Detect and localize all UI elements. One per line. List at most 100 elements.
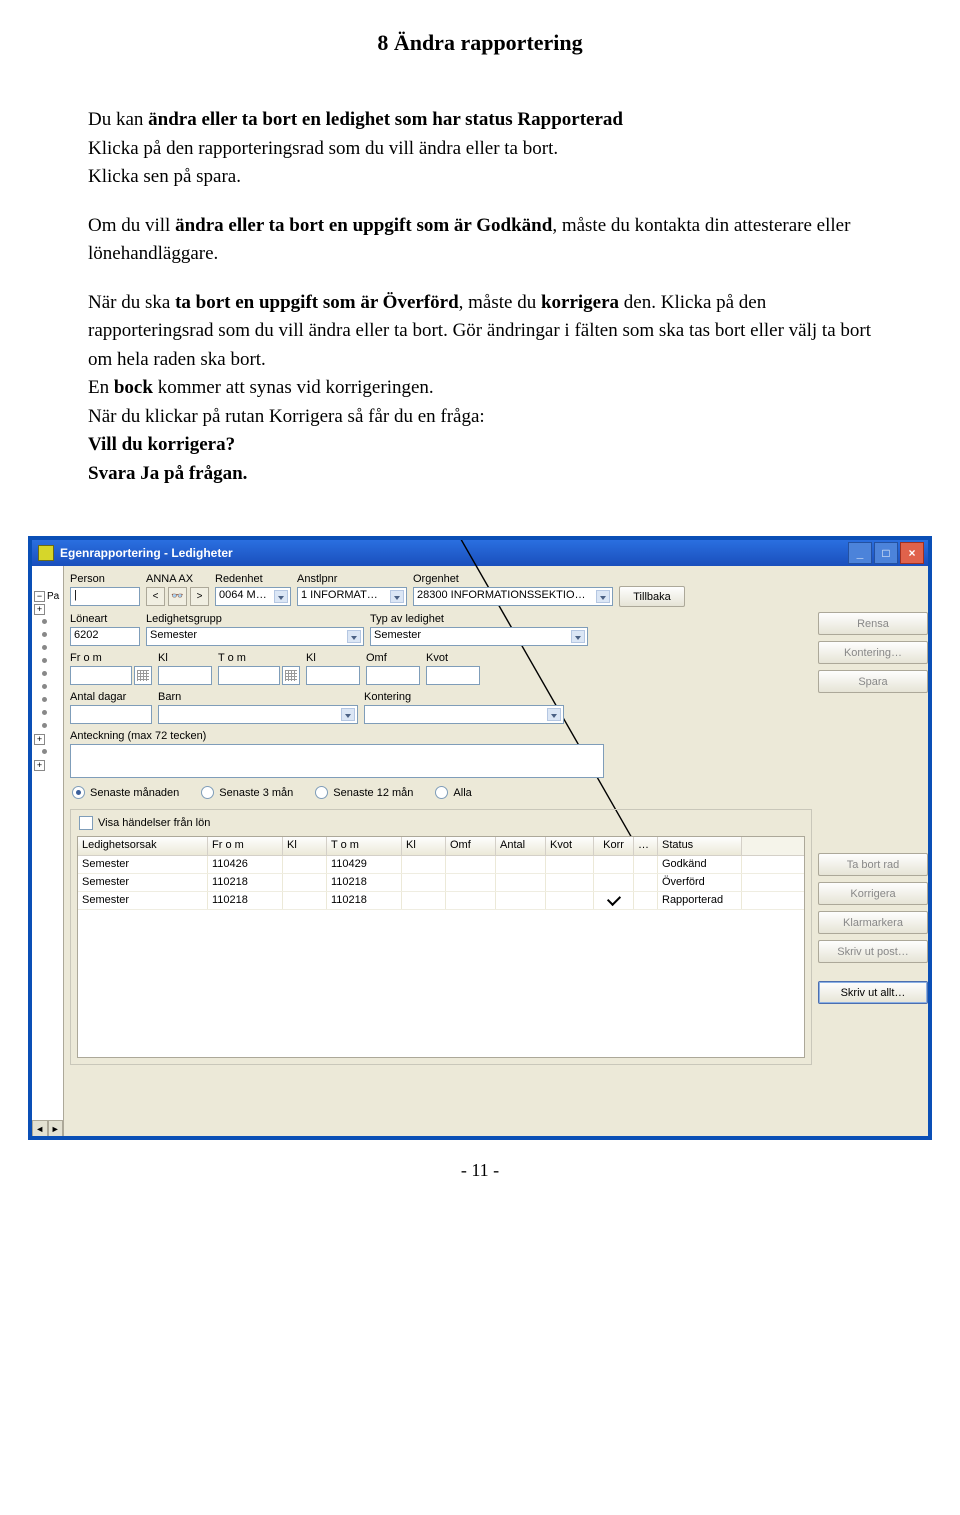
th-korr[interactable]: Korr [594, 837, 634, 855]
th-dots[interactable]: … [634, 837, 658, 855]
th-kl2[interactable]: Kl [402, 837, 446, 855]
maximize-button[interactable]: □ [874, 542, 898, 564]
next-button[interactable]: > [190, 587, 209, 606]
skriv-ut-post-button[interactable]: Skriv ut post… [818, 940, 928, 963]
kvot-label: Kvot [426, 652, 480, 664]
spara-button[interactable]: Spara [818, 670, 928, 693]
form-row-3: Antal dagar Barn Kontering [70, 691, 812, 724]
redenhet-select[interactable]: 0064 M… [215, 587, 291, 606]
rensa-button[interactable]: Rensa [818, 612, 928, 635]
th-tom[interactable]: T o m [327, 837, 402, 855]
tree-collapse-icon[interactable]: − [34, 591, 45, 602]
tree-leaf[interactable] [32, 746, 63, 759]
person-input[interactable]: | [70, 587, 140, 606]
tree-leaf[interactable] [32, 655, 63, 668]
paragraph-6: En bock kommer att synas vid korrigering… [0, 374, 960, 403]
th-antal[interactable]: Antal [496, 837, 546, 855]
radio-label: Senaste 3 mån [219, 787, 293, 799]
from-input[interactable] [70, 666, 132, 685]
tree-leaf[interactable] [32, 694, 63, 707]
tree-leaf[interactable] [32, 616, 63, 629]
kontering-label: Kontering [364, 691, 564, 703]
td-korr [594, 874, 634, 891]
orgenhet-field: Orgenhet 28300 INFORMATIONSSEKTIO… [413, 573, 613, 606]
tree-leaf[interactable] [32, 707, 63, 720]
table-group: Visa händelser från lön Ledighetsorsak F… [70, 809, 812, 1065]
tree-expand-icon[interactable]: + [34, 734, 45, 745]
events-table[interactable]: Ledighetsorsak Fr o m Kl T o m Kl Omf An… [77, 836, 805, 1058]
tillbaka-button[interactable]: Tillbaka [619, 586, 685, 607]
kontering-select[interactable] [364, 705, 564, 724]
tree-pane[interactable]: −Pa + + + ◄ ► [32, 566, 64, 1136]
orgenhet-select[interactable]: 28300 INFORMATIONSSEKTIO… [413, 587, 613, 606]
td-from: 110218 [208, 874, 283, 891]
tree-node[interactable]: + [32, 759, 63, 772]
close-button[interactable]: × [900, 542, 924, 564]
radio-row: Senaste månaden Senaste 3 mån Senaste 12… [70, 784, 812, 807]
omf-input[interactable] [366, 666, 420, 685]
korrigera-button[interactable]: Korrigera [818, 882, 928, 905]
antal-field: Antal dagar [70, 691, 152, 724]
th-from[interactable]: Fr o m [208, 837, 283, 855]
minimize-button[interactable]: _ [848, 542, 872, 564]
kontering-button[interactable]: Kontering… [818, 641, 928, 664]
kvot-input[interactable] [426, 666, 480, 685]
tree-expand-icon[interactable]: + [34, 760, 45, 771]
radio-alla[interactable]: Alla [435, 786, 471, 799]
prev-button[interactable]: < [146, 587, 165, 606]
tree-leaf[interactable] [32, 629, 63, 642]
th-kvot[interactable]: Kvot [546, 837, 594, 855]
typ-select[interactable]: Semester [370, 627, 588, 646]
calendar-icon[interactable] [134, 666, 152, 685]
typ-field: Typ av ledighet Semester [370, 613, 588, 646]
tree-leaf[interactable] [32, 720, 63, 733]
th-kl[interactable]: Kl [283, 837, 327, 855]
tree-leaf[interactable] [32, 668, 63, 681]
antal-input[interactable] [70, 705, 152, 724]
table-row[interactable]: Semester110218110218Överförd [78, 874, 804, 892]
td-kl2 [402, 892, 446, 909]
radio-senaste-12[interactable]: Senaste 12 mån [315, 786, 413, 799]
loneart-input[interactable]: 6202 [70, 627, 140, 646]
tree-leaf[interactable] [32, 681, 63, 694]
table-row[interactable]: Semester110218110218Rapporterad [78, 892, 804, 910]
calendar-icon[interactable] [282, 666, 300, 685]
tree-dot-icon [42, 697, 47, 702]
search-icon[interactable]: 👓 [168, 587, 187, 606]
th-omf[interactable]: Omf [446, 837, 496, 855]
table-row[interactable]: Semester110426110429Godkänd [78, 856, 804, 874]
scroll-left-icon[interactable]: ◄ [32, 1120, 48, 1136]
th-status[interactable]: Status [658, 837, 742, 855]
barn-select[interactable] [158, 705, 358, 724]
tree-scrollbar[interactable]: ◄ ► [32, 1120, 63, 1136]
td-kl2 [402, 856, 446, 873]
anstlpnr-field: Anstlpnr 1 INFORMAT… [297, 573, 407, 606]
loneart-label: Löneart [70, 613, 140, 625]
tree-node[interactable]: + [32, 733, 63, 746]
person-field: Person | [70, 573, 140, 606]
klarmarkera-button[interactable]: Klarmarkera [818, 911, 928, 934]
td-omf [446, 856, 496, 873]
kl-from-input[interactable] [158, 666, 212, 685]
anstlpnr-select[interactable]: 1 INFORMAT… [297, 587, 407, 606]
radio-senaste-manaden[interactable]: Senaste månaden [72, 786, 179, 799]
skriv-ut-allt-button[interactable]: Skriv ut allt… [818, 981, 928, 1004]
tabort-button[interactable]: Ta bort rad [818, 853, 928, 876]
scroll-right-icon[interactable]: ► [48, 1120, 64, 1136]
radio-senaste-3[interactable]: Senaste 3 mån [201, 786, 293, 799]
anteckning-input[interactable] [70, 744, 604, 778]
radio-icon [72, 786, 85, 799]
radio-icon [201, 786, 214, 799]
tree-expand-icon[interactable]: + [34, 604, 45, 615]
kl-tom-input[interactable] [306, 666, 360, 685]
tom-input[interactable] [218, 666, 280, 685]
tree-leaf[interactable] [32, 642, 63, 655]
th-orsak[interactable]: Ledighetsorsak [78, 837, 208, 855]
tree-node[interactable]: + [32, 603, 63, 616]
tree-dot-icon [42, 671, 47, 676]
ledgrp-select[interactable]: Semester [146, 627, 364, 646]
visa-handelser-checkbox[interactable]: Visa händelser från lön [77, 816, 805, 836]
window-title: Egenrapportering - Ledigheter [60, 546, 233, 560]
tree-root[interactable]: −Pa [32, 590, 63, 603]
paragraph-4: Om du vill ändra eller ta bort en uppgif… [0, 212, 960, 289]
